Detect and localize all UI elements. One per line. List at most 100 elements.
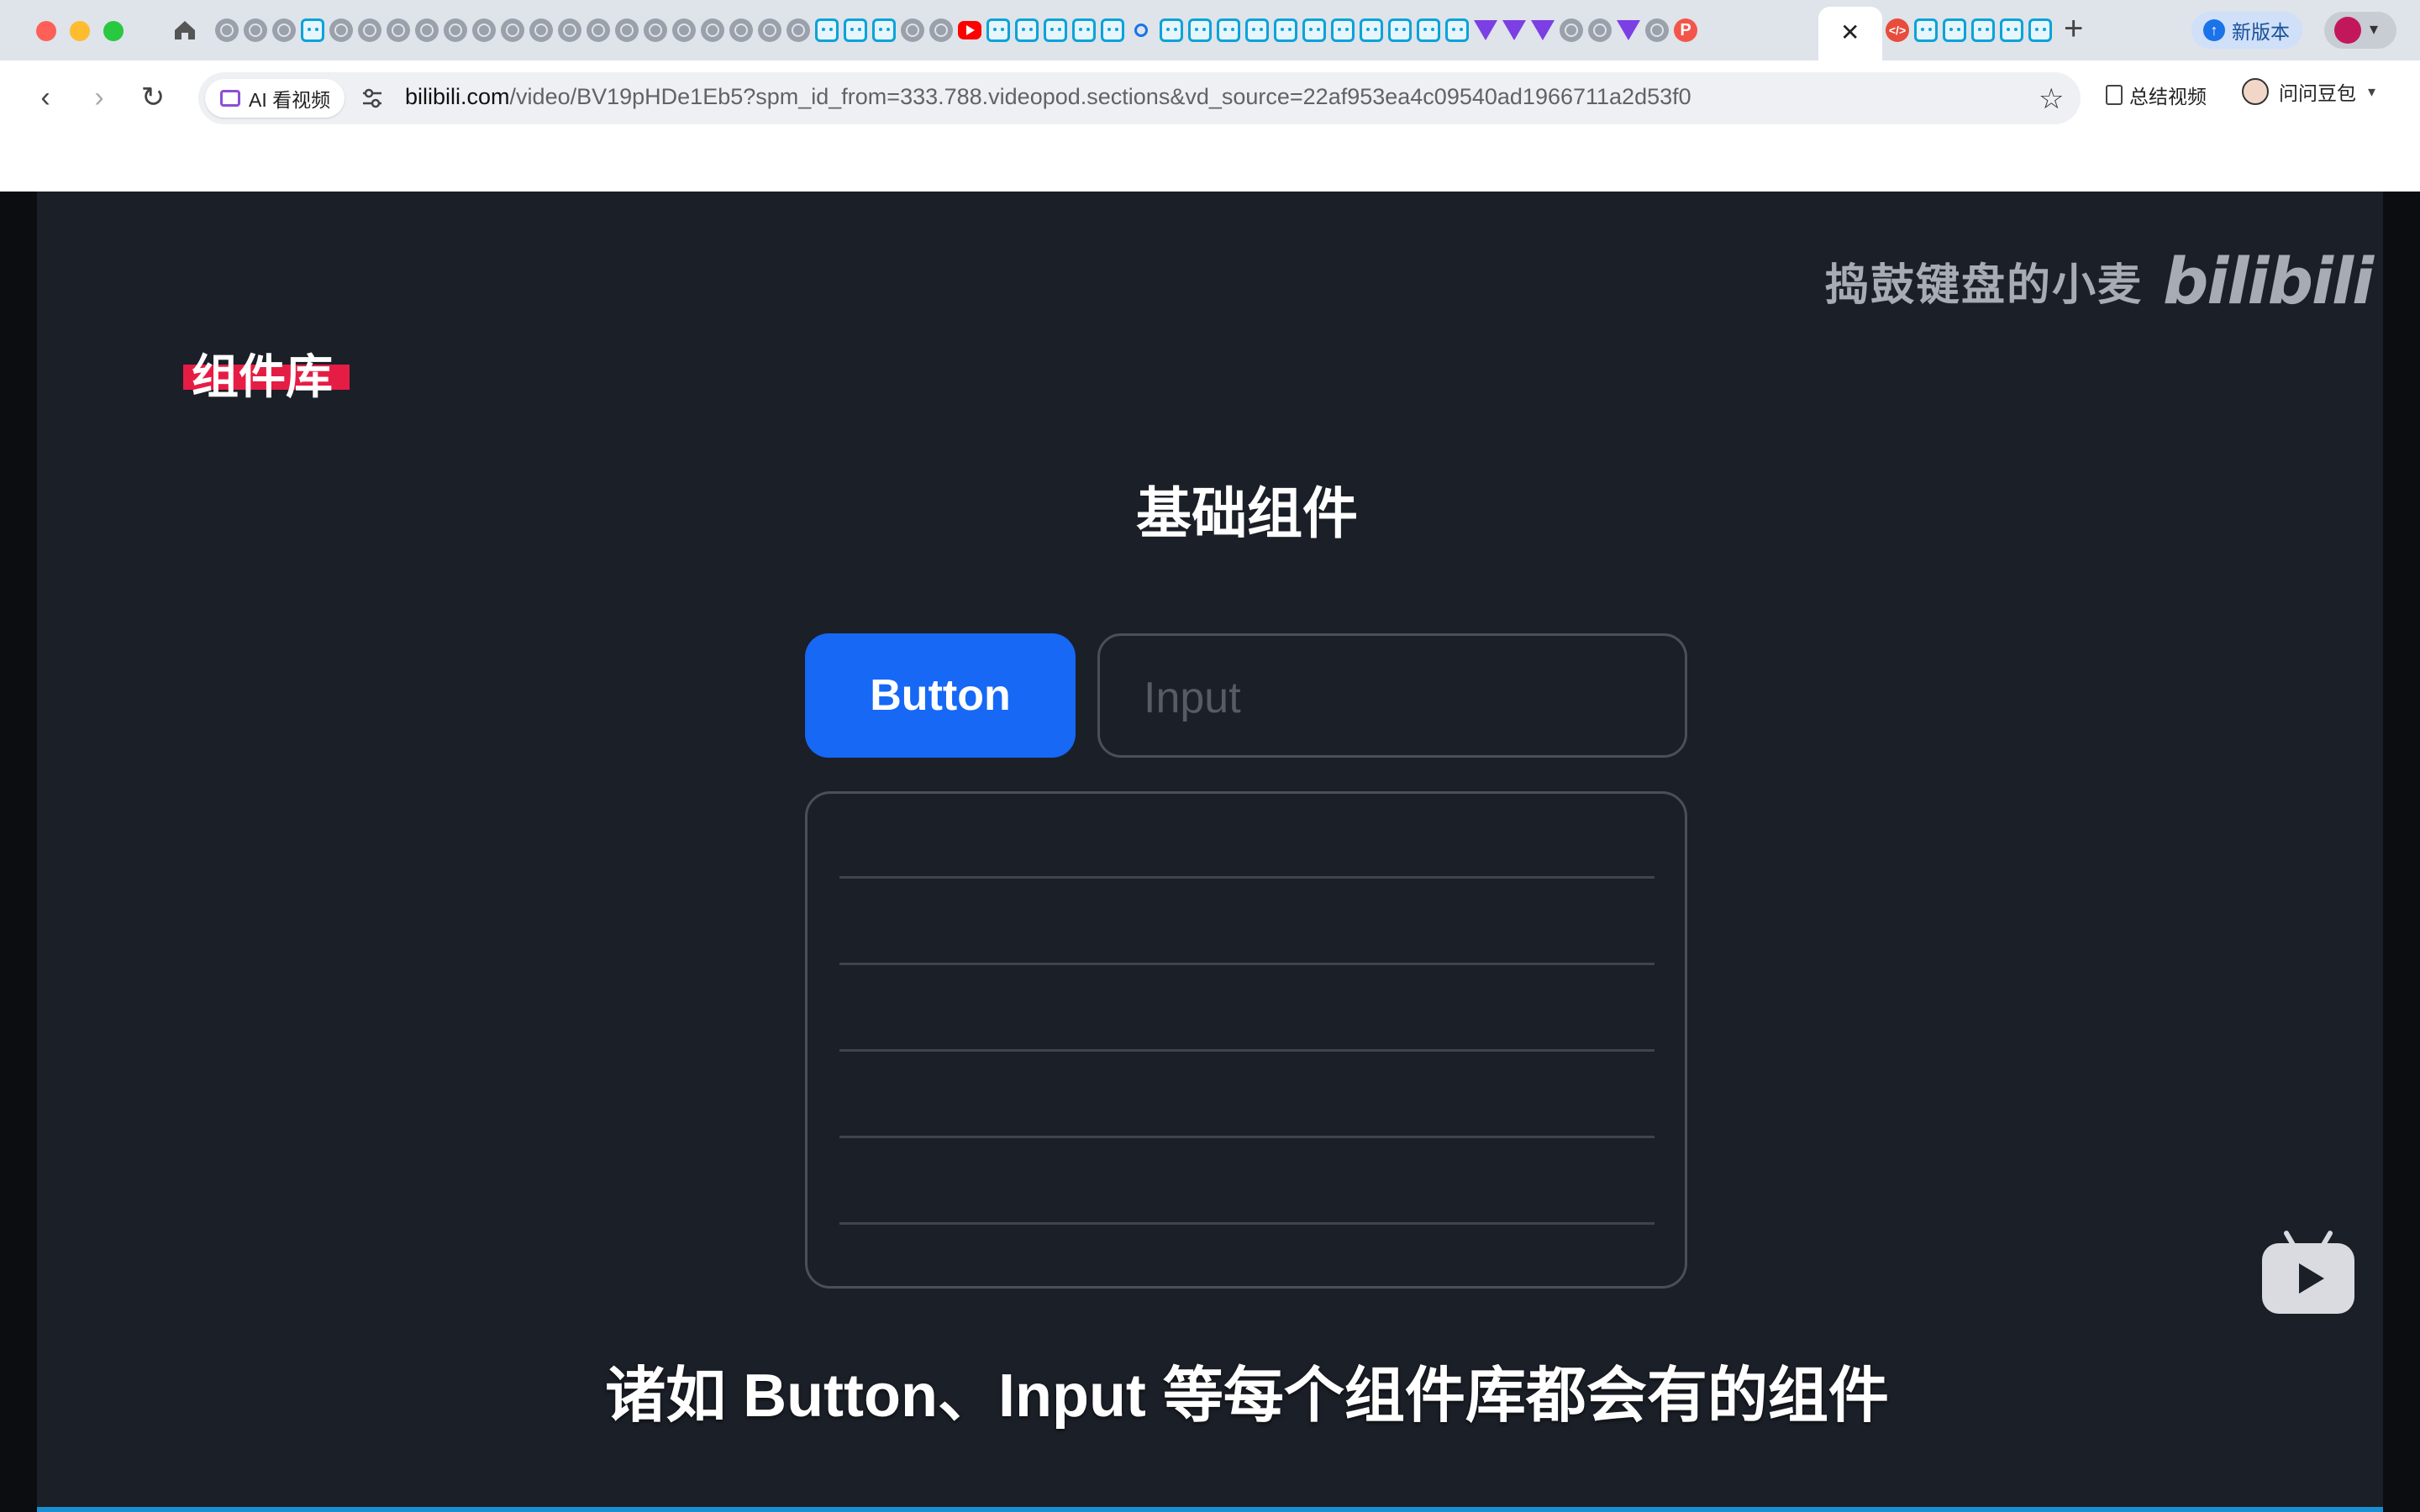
bilibili-icon[interactable] xyxy=(2000,18,2023,42)
bilibili-icon[interactable] xyxy=(1188,18,1212,42)
bilibili-icon[interactable] xyxy=(1015,18,1039,42)
globe-icon[interactable] xyxy=(672,18,696,42)
url-host: bilibili.com xyxy=(405,84,510,109)
new-version-label: 新版本 xyxy=(2232,21,2290,43)
close-window-button[interactable] xyxy=(36,21,56,41)
bilibili-icon[interactable] xyxy=(815,18,839,42)
video-progress-bar[interactable] xyxy=(37,1507,2383,1512)
uploader-watermark: 捣鼓键盘的小麦 bilibili xyxy=(1825,244,2374,318)
bilibili-icon[interactable] xyxy=(844,18,867,42)
bilibili-icon[interactable] xyxy=(872,18,896,42)
globe-icon[interactable] xyxy=(387,18,410,42)
new-tab-button[interactable]: + xyxy=(2064,8,2083,49)
demo-list-graphic xyxy=(805,791,1687,1289)
bilibili-icon[interactable] xyxy=(1445,18,1469,42)
vue-icon[interactable] xyxy=(1617,20,1640,40)
bilibili-play-icon[interactable] xyxy=(2262,1229,2360,1314)
site-settings-icon[interactable] xyxy=(360,86,385,111)
bilibili-icon[interactable] xyxy=(986,18,1010,42)
code-icon[interactable]: </> xyxy=(1886,18,1909,42)
globe-icon[interactable] xyxy=(587,18,610,42)
globe-icon[interactable] xyxy=(472,18,496,42)
ask-doubao-button[interactable]: 问问豆包 ▾ xyxy=(2242,77,2375,106)
demo-list-row xyxy=(839,876,1655,879)
globe-icon[interactable] xyxy=(901,18,924,42)
bilibili-icon[interactable] xyxy=(1217,18,1240,42)
profile-button[interactable]: ▾ xyxy=(2324,12,2396,49)
vue-icon[interactable] xyxy=(1531,20,1555,40)
home-icon[interactable] xyxy=(168,13,202,47)
globe-icon[interactable] xyxy=(329,18,353,42)
globe-icon[interactable] xyxy=(729,18,753,42)
bilibili-icon[interactable] xyxy=(1360,18,1383,42)
bilibili-icon[interactable] xyxy=(2028,18,2052,42)
globe-icon[interactable] xyxy=(501,18,524,42)
url-path: /video/BV19pHDe1Eb5?spm_id_from=333.788.… xyxy=(509,84,1691,109)
globe-icon[interactable] xyxy=(444,18,467,42)
globe-icon[interactable] xyxy=(415,18,439,42)
youtube-icon[interactable] xyxy=(958,21,981,39)
p-icon[interactable]: P xyxy=(1674,18,1697,42)
ai-watch-video-button[interactable]: AI 看视频 xyxy=(205,79,345,118)
bilibili-icon[interactable] xyxy=(1914,18,1938,42)
globe-icon[interactable] xyxy=(529,18,553,42)
demo-list-row xyxy=(839,1222,1655,1225)
globe-icon[interactable] xyxy=(244,18,267,42)
globe-icon[interactable] xyxy=(644,18,667,42)
new-version-button[interactable]: ↑ 新版本 xyxy=(2191,12,2302,49)
globe-icon[interactable] xyxy=(758,18,781,42)
globe-icon[interactable] xyxy=(615,18,639,42)
bilibili-icon[interactable] xyxy=(1971,18,1995,42)
globe-icon[interactable] xyxy=(1560,18,1583,42)
chevron-down-icon[interactable]: ▾ xyxy=(2368,83,2375,101)
reload-button[interactable]: ↻ xyxy=(133,77,173,118)
back-button[interactable]: ‹ xyxy=(25,77,66,118)
active-tab[interactable]: ✕ xyxy=(1818,7,1882,60)
bilibili-icon[interactable] xyxy=(1943,18,1966,42)
address-bar[interactable]: AI 看视频 bilibili.com/video/BV19pHDe1Eb5?s… xyxy=(198,72,2081,124)
bilibili-icon[interactable] xyxy=(1101,18,1124,42)
bilibili-icon[interactable] xyxy=(1417,18,1440,42)
video-player[interactable]: 捣鼓键盘的小麦 bilibili 组件库 基础组件 Button Input 诸… xyxy=(0,192,2420,1512)
globe-icon[interactable] xyxy=(929,18,953,42)
more-tabs: </> xyxy=(1886,17,2057,44)
demo-list-row xyxy=(839,1049,1655,1052)
forward-button[interactable]: › xyxy=(79,77,119,118)
globe-icon[interactable] xyxy=(1588,18,1612,42)
globe-icon[interactable] xyxy=(1645,18,1669,42)
summarize-video-button[interactable]: 总结视频 xyxy=(2106,81,2207,109)
minimize-window-button[interactable] xyxy=(70,21,90,41)
search-icon[interactable] xyxy=(1134,24,1148,37)
arrow-up-icon: ↑ xyxy=(2203,19,2225,41)
bilibili-icon[interactable] xyxy=(1245,18,1269,42)
bilibili-icon[interactable] xyxy=(1160,18,1183,42)
vue-icon[interactable] xyxy=(1474,20,1497,40)
globe-icon[interactable] xyxy=(358,18,381,42)
globe-icon[interactable] xyxy=(558,18,581,42)
doubao-avatar-icon xyxy=(2242,78,2269,105)
ai-video-icon xyxy=(220,90,240,107)
bilibili-icon[interactable] xyxy=(1302,18,1326,42)
demo-button-graphic: Button xyxy=(805,633,1076,758)
summarize-video-label: 总结视频 xyxy=(2129,86,2207,108)
demo-input-placeholder: Input xyxy=(1144,674,1241,722)
page-top-area xyxy=(0,134,2420,192)
bilibili-icon[interactable] xyxy=(1388,18,1412,42)
globe-icon[interactable] xyxy=(272,18,296,42)
maximize-window-button[interactable] xyxy=(103,21,124,41)
bilibili-icon[interactable] xyxy=(1072,18,1096,42)
bilibili-icon[interactable] xyxy=(301,18,324,42)
globe-icon[interactable] xyxy=(701,18,724,42)
close-tab-icon[interactable]: ✕ xyxy=(1840,18,1860,46)
bilibili-icon[interactable] xyxy=(1044,18,1067,42)
video-canvas[interactable]: 捣鼓键盘的小麦 bilibili 组件库 基础组件 Button Input 诸… xyxy=(37,192,2383,1512)
bilibili-icon[interactable] xyxy=(1274,18,1297,42)
watermark-name: 捣鼓键盘的小麦 xyxy=(1825,261,2144,310)
url-text[interactable]: bilibili.com/video/BV19pHDe1Eb5?spm_id_f… xyxy=(405,84,1691,110)
bookmark-star-icon[interactable]: ☆ xyxy=(2039,82,2064,116)
globe-icon[interactable] xyxy=(215,18,239,42)
globe-icon[interactable] xyxy=(786,18,810,42)
browser-toolbar: ‹ › ↻ AI 看视频 bilibili.com/video/BV19pHDe… xyxy=(0,60,2420,134)
vue-icon[interactable] xyxy=(1502,20,1526,40)
bilibili-icon[interactable] xyxy=(1331,18,1355,42)
